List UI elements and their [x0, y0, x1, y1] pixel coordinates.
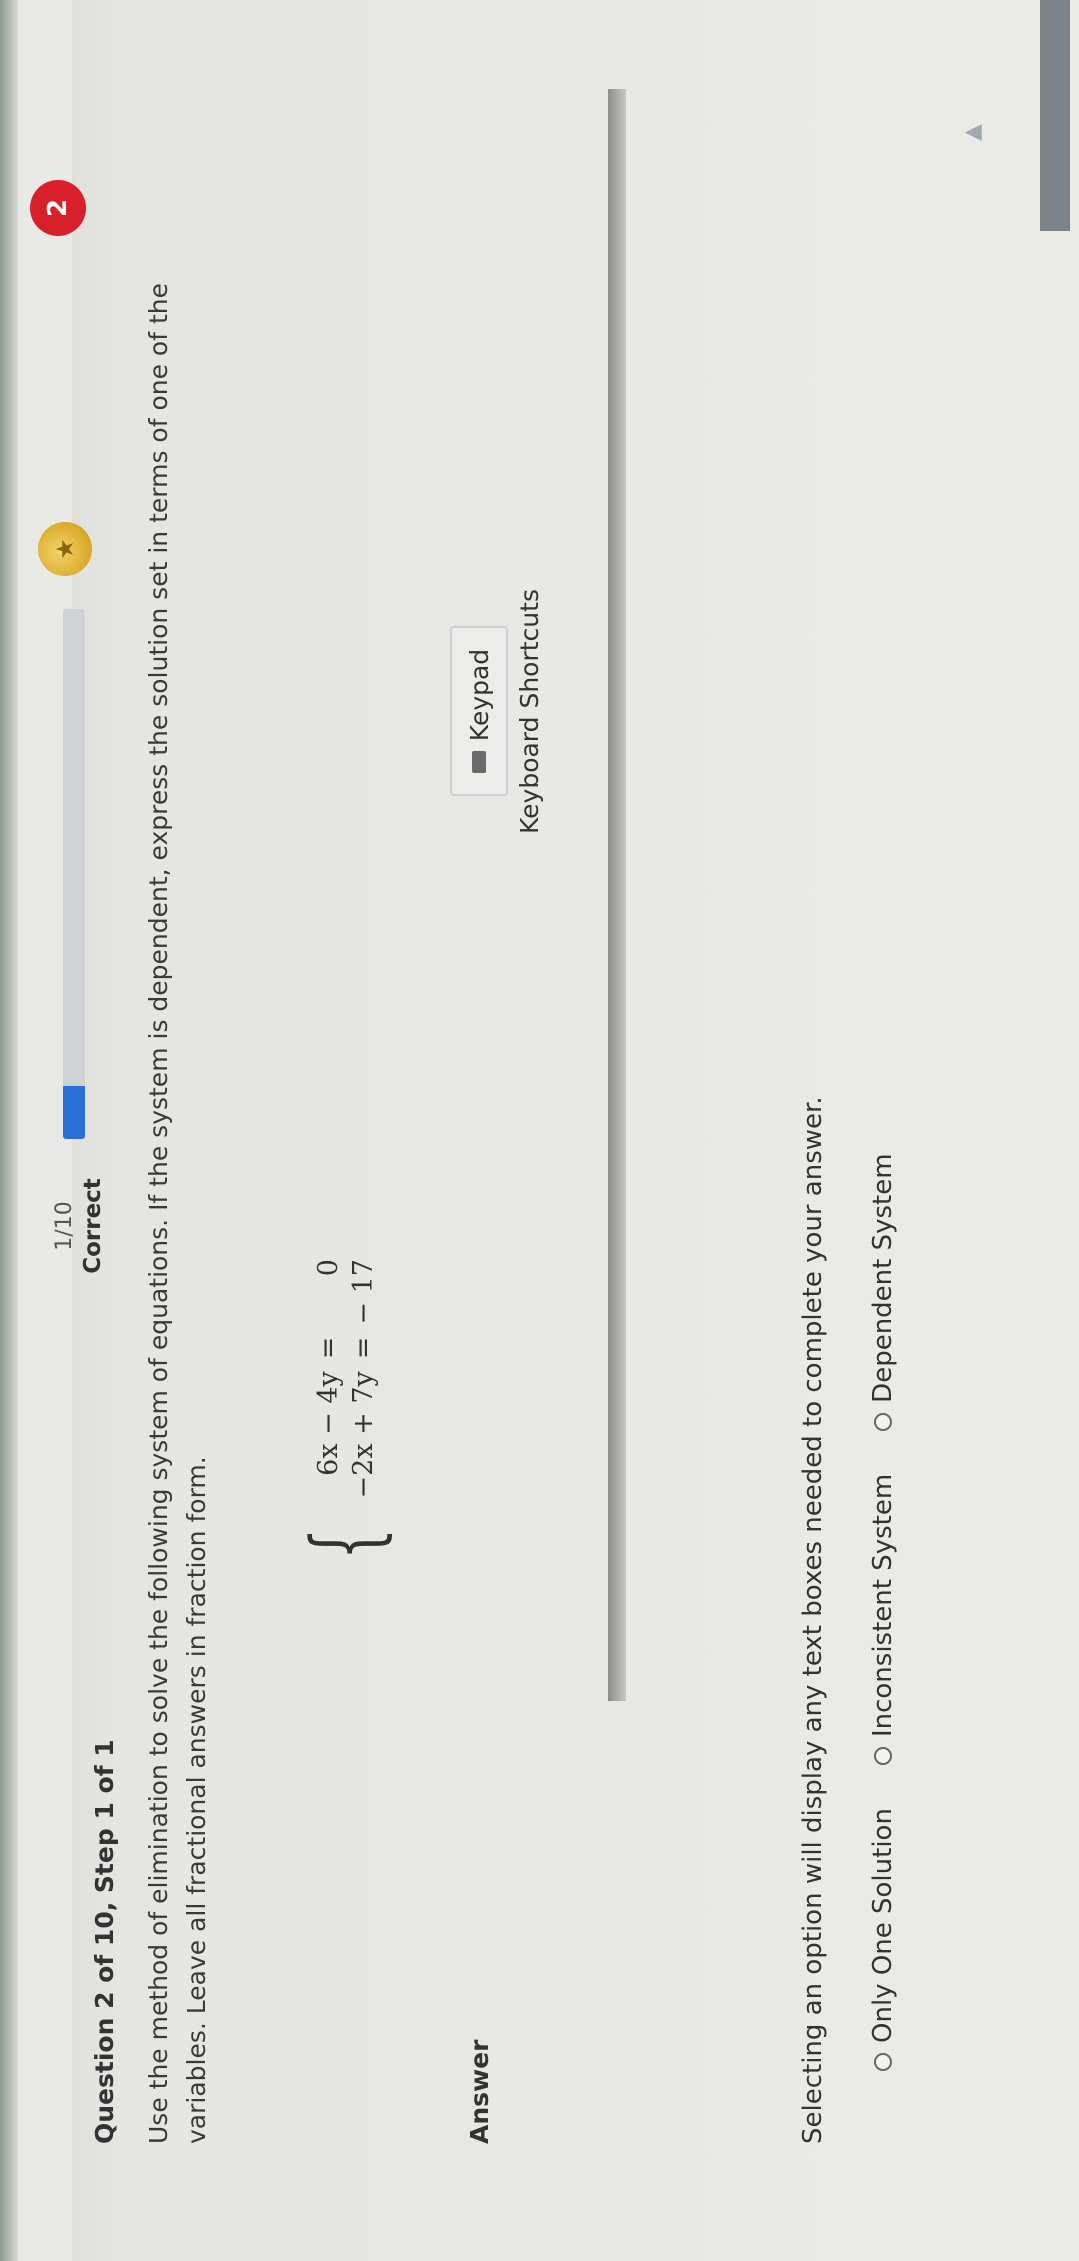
- question-instructions: Use the method of elimination to solve t…: [144, 283, 211, 2144]
- progress-status: Correct: [80, 1178, 106, 1274]
- question-page: Question 2 of 10, Step 1 of 1 1/10 Corre…: [0, 0, 1079, 2261]
- equation-rhs: − 17: [348, 1259, 379, 1325]
- progress-count: 1/10: [52, 1201, 77, 1251]
- option-label: Only One Solution: [868, 1808, 898, 2043]
- option-inconsistent-system[interactable]: Inconsistent System: [868, 1473, 898, 1766]
- keypad-button[interactable]: Keypad: [450, 626, 508, 796]
- equation-lhs: 6x − 4y: [313, 1371, 344, 1476]
- keypad-label: Keypad: [464, 648, 494, 742]
- option-dependent-system[interactable]: Dependent System: [868, 1153, 898, 1431]
- section-divider: [608, 89, 626, 1701]
- option-only-one-solution[interactable]: Only One Solution: [868, 1808, 898, 2071]
- progress-bar: [63, 609, 85, 1139]
- equation-table: 6x − 4y = 0 −2x + 7y = − 17: [311, 1253, 381, 1504]
- equation-row: 6x − 4y = 0: [311, 1253, 346, 1504]
- keyboard-shortcuts-link[interactable]: Keyboard Shortcuts: [515, 589, 544, 834]
- option-label: Inconsistent System: [868, 1473, 898, 1738]
- radio-button[interactable]: [874, 1412, 892, 1431]
- progress-bar-fill: [63, 1086, 85, 1139]
- equation-sign: =: [313, 1336, 344, 1360]
- coin-icon: ★: [38, 522, 92, 576]
- equation-row: −2x + 7y = − 17: [346, 1253, 381, 1504]
- screen-edge: [0, 0, 18, 2261]
- answer-hint: Selecting an option will display any tex…: [798, 1096, 828, 2144]
- keyboard-icon: [472, 751, 486, 774]
- streak-badge: 2: [30, 180, 86, 236]
- radio-button[interactable]: [874, 1747, 892, 1766]
- equation-sign: =: [348, 1336, 379, 1360]
- system-brace: {: [292, 1527, 399, 1560]
- side-panel-handle[interactable]: [1040, 0, 1070, 231]
- question-heading: Question 2 of 10, Step 1 of 1: [90, 1739, 119, 2144]
- radio-button[interactable]: [874, 2053, 892, 2071]
- option-label: Dependent System: [868, 1153, 898, 1403]
- equation-lhs: −2x + 7y: [348, 1371, 379, 1499]
- equation-rhs: 0: [313, 1259, 344, 1277]
- answer-label: Answer: [465, 2039, 494, 2144]
- equation-system: { 6x − 4y = 0 −2x + 7y = − 17: [292, 1253, 399, 1573]
- solution-type-options: Only One Solution Inconsistent System De…: [868, 1153, 898, 2071]
- expand-arrow-icon[interactable]: ▲: [960, 124, 985, 141]
